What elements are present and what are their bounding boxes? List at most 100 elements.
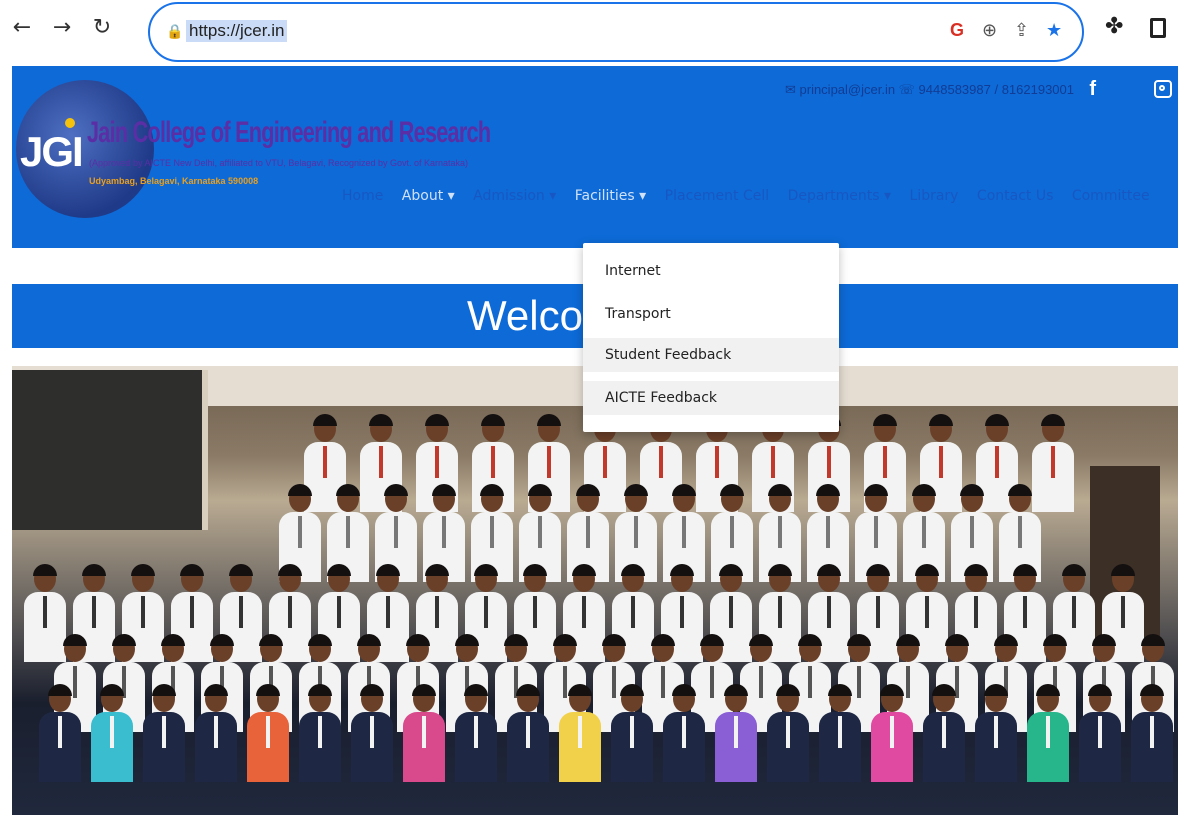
lock-icon[interactable]: 🔒 <box>166 24 183 40</box>
google-icon[interactable]: G <box>950 20 964 41</box>
person-tie <box>1051 446 1055 478</box>
person <box>805 484 851 582</box>
zoom-icon[interactable]: ⊕ <box>982 20 997 41</box>
person-hair <box>816 484 840 496</box>
person-tie <box>876 596 880 628</box>
person-hair <box>1041 414 1065 426</box>
person-tie <box>435 446 439 478</box>
people-row <box>12 684 1178 782</box>
person-tie <box>994 716 998 748</box>
person-hair <box>210 634 234 646</box>
person <box>421 484 467 582</box>
person-hair <box>776 684 800 696</box>
address-bar[interactable]: 🔒 https://jcer.in G ⊕ ⇪ ★ <box>148 2 1084 62</box>
person-hair <box>357 634 381 646</box>
menu-departments[interactable]: Departments ▾ <box>788 188 892 204</box>
photo-people <box>12 414 1178 815</box>
person <box>713 684 759 782</box>
dropdown-item-internet[interactable]: Internet <box>583 254 839 288</box>
person-tie <box>162 716 166 748</box>
person-tie <box>323 446 327 478</box>
back-icon[interactable]: ← <box>8 14 36 42</box>
sidepanel-icon[interactable] <box>1150 18 1166 38</box>
person-hair <box>229 564 253 576</box>
menu-contact-us[interactable]: Contact Us <box>977 188 1053 204</box>
person-tie <box>883 446 887 478</box>
person-hair <box>1092 634 1116 646</box>
person <box>1077 684 1123 782</box>
college-logo[interactable]: JGI <box>16 80 154 218</box>
menu-committee[interactable]: Committee <box>1072 188 1150 204</box>
facebook-icon[interactable]: f <box>1089 78 1096 101</box>
person-hair <box>624 484 648 496</box>
person <box>37 684 83 782</box>
person-tie <box>715 446 719 478</box>
person <box>973 684 1019 782</box>
instagram-icon[interactable] <box>1154 80 1172 98</box>
menu-admission[interactable]: Admission ▾ <box>473 188 556 204</box>
person-tie <box>190 596 194 628</box>
person-hair <box>768 564 792 576</box>
person-hair <box>1141 634 1165 646</box>
person-hair <box>406 634 430 646</box>
menu-library[interactable]: Library <box>910 188 959 204</box>
person-tie <box>786 716 790 748</box>
person-hair <box>33 564 57 576</box>
menu-facilities[interactable]: Facilities ▾ <box>575 188 646 204</box>
person-tie <box>730 516 734 548</box>
person-tie <box>682 716 686 748</box>
menu-about[interactable]: About ▾ <box>402 188 455 204</box>
person-hair <box>256 684 280 696</box>
person-tie <box>578 716 582 748</box>
person <box>757 484 803 582</box>
person-hair <box>945 634 969 646</box>
menu-home[interactable]: Home <box>342 188 383 204</box>
menu-placement-cell[interactable]: Placement Cell <box>665 188 769 204</box>
person <box>661 684 707 782</box>
dropdown-item-student-feedback[interactable]: Student Feedback <box>583 338 839 372</box>
url-text[interactable]: https://jcer.in <box>186 20 288 42</box>
person-tie <box>778 516 782 548</box>
person-tie <box>630 716 634 748</box>
person-tie <box>346 516 350 548</box>
person-tie <box>394 516 398 548</box>
person-tie <box>484 596 488 628</box>
person-hair <box>568 684 592 696</box>
person-hair <box>360 684 384 696</box>
person <box>901 484 947 582</box>
person-hair <box>432 484 456 496</box>
person <box>469 484 515 582</box>
person-hair <box>672 684 696 696</box>
contact-info[interactable]: ✉ principal@jcer.in ☏ 9448583987 / 81621… <box>785 82 1074 98</box>
person-tie <box>682 516 686 548</box>
group-photo <box>12 366 1178 815</box>
person-hair <box>100 684 124 696</box>
person-hair <box>425 564 449 576</box>
person <box>557 684 603 782</box>
dropdown-item-transport[interactable]: Transport <box>583 297 839 331</box>
college-name[interactable]: Jain College of Engineering and Research <box>87 116 491 150</box>
person <box>869 684 915 782</box>
star-icon[interactable]: ★ <box>1046 20 1062 41</box>
person <box>609 684 655 782</box>
person-hair <box>620 684 644 696</box>
person-hair <box>336 484 360 496</box>
facilities-dropdown: Internet Transport Student Feedback AICT… <box>583 243 839 432</box>
person-hair <box>720 484 744 496</box>
person-hair <box>960 484 984 496</box>
reload-icon[interactable]: ↻ <box>88 14 116 42</box>
forward-icon[interactable]: → <box>48 14 76 42</box>
person <box>949 484 995 582</box>
person-hair <box>369 414 393 426</box>
person-hair <box>376 564 400 576</box>
person-hair <box>161 634 185 646</box>
share-icon[interactable]: ⇪ <box>1014 20 1029 41</box>
person-hair <box>1140 684 1164 696</box>
person-hair <box>724 684 748 696</box>
dropdown-item-aicte-feedback[interactable]: AICTE Feedback <box>583 381 839 415</box>
person-tie <box>318 716 322 748</box>
person-hair <box>896 634 920 646</box>
extensions-icon[interactable]: ✤ <box>1105 14 1123 39</box>
person-hair <box>994 634 1018 646</box>
main-menu: Home About ▾ Admission ▾ Facilities ▾ Pl… <box>342 188 1164 204</box>
